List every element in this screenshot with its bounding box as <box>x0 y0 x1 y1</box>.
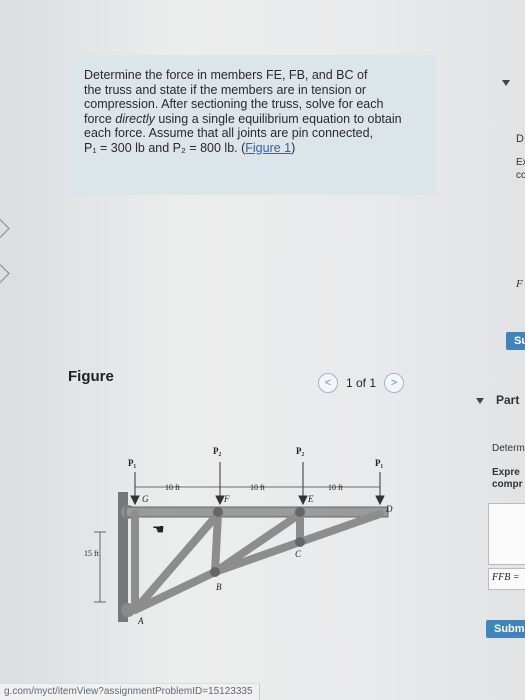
problem-line: force <box>84 111 116 126</box>
joint-label-d: D <box>385 504 393 514</box>
collapse-triangle-icon[interactable] <box>502 80 510 86</box>
dimension-label: 10 ft <box>165 483 181 492</box>
dimension-label: 10 ft <box>250 483 266 492</box>
pane-text: compr <box>492 479 523 490</box>
label-p1-right: P₁ <box>375 458 383 468</box>
truss-members <box>131 510 384 614</box>
joint-label-a: A <box>137 616 144 626</box>
problem-emphasis: directly <box>115 111 155 126</box>
page-indicator: 1 of 1 <box>346 376 377 390</box>
problem-statement-box: Determine the force in members FE, FB, a… <box>70 55 436 195</box>
part-label: Part <box>496 393 520 407</box>
figure-link[interactable]: Figure 1 <box>245 141 291 155</box>
part-expand-icon[interactable] <box>476 398 484 404</box>
joint-label-b: B <box>216 582 222 592</box>
problem-line: compression. After sectioning the truss,… <box>84 97 384 111</box>
pane-text: D <box>516 133 524 145</box>
right-answer-pane: D Ex co F Su Part Determ Expre compr FFB… <box>470 0 525 700</box>
joint-label-f: F <box>223 494 230 504</box>
next-figure-button[interactable]: > <box>384 373 405 393</box>
problem-line: Determine the force in members FE, FB, a… <box>84 68 368 82</box>
label-p2-left: P₂ <box>213 446 221 456</box>
problem-line: the truss and state if the members are i… <box>84 82 367 97</box>
submit-button-partial[interactable]: Su <box>506 332 525 350</box>
problem-line: using a single equilibrium equation to o… <box>154 111 402 126</box>
hand-cursor-icon: ☚ <box>152 521 165 537</box>
ffb-answer-input[interactable]: FFB = <box>488 568 525 590</box>
problem-line: each force. Assume that all joints are p… <box>84 126 374 140</box>
joint-label-g: G <box>142 494 149 504</box>
problem-text: Determine the force in members FE, FB, a… <box>84 68 429 155</box>
pane-text: Expre <box>492 467 520 478</box>
submit-button[interactable]: Submit <box>486 620 525 638</box>
answer-toolbar-box[interactable] <box>488 503 525 565</box>
prev-figure-button[interactable]: < <box>318 373 338 393</box>
pane-text: Determ <box>492 443 525 454</box>
pane-text: Ex <box>516 157 525 168</box>
dimension-label: 10 ft <box>328 483 344 492</box>
label-p1-left: P₁ <box>128 458 136 468</box>
pane-text: F <box>516 278 523 290</box>
problem-line: P₁ = 300 lb and P₂ = 800 lb. ( <box>84 140 246 155</box>
problem-line: ) <box>291 140 296 155</box>
joint-label-c: C <box>295 549 302 559</box>
status-bar-url: g.com/myct/itemView?assignmentProblemID=… <box>0 683 260 700</box>
figure-title: Figure <box>68 368 114 385</box>
pane-text: co <box>516 170 525 181</box>
top-chord <box>125 506 389 518</box>
truss-figure: P₁ P₂ P₂ P₁ 10 ft 10 ft 10 ft 15 ft G F … <box>84 446 393 626</box>
label-p2-right: P₂ <box>296 446 304 456</box>
height-label: 15 ft <box>84 549 100 558</box>
joint-label-e: E <box>307 494 314 504</box>
figure-pager: < 1 of 1 > <box>318 373 405 393</box>
